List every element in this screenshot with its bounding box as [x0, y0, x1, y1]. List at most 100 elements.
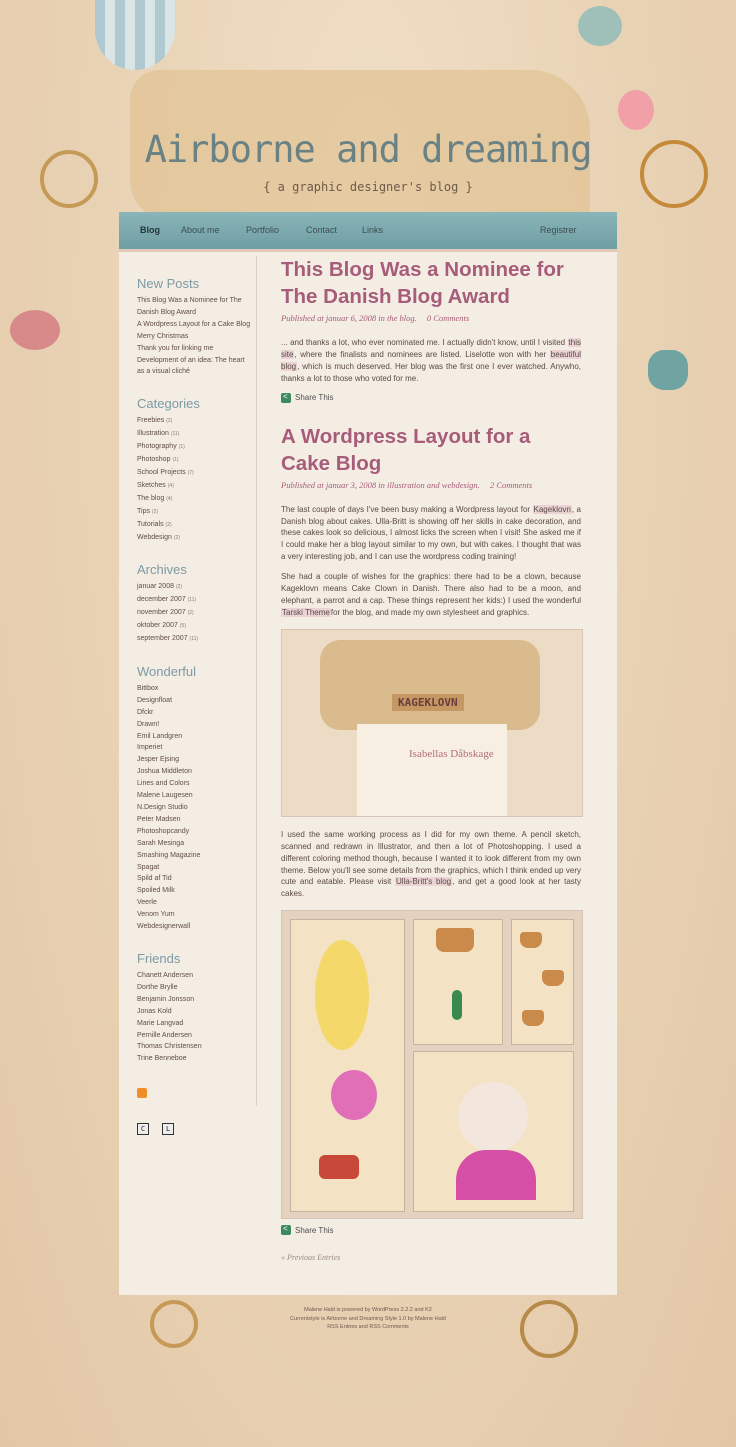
hot-air-balloon-icon	[95, 0, 175, 70]
nav-about-me[interactable]: About me	[181, 225, 220, 235]
blogroll-link[interactable]: Drawn!	[137, 719, 252, 731]
category-link[interactable]: Tips	[137, 508, 150, 515]
archive-item[interactable]: december 2007 (11)	[137, 594, 252, 607]
blogroll-link[interactable]: N.Design Studio	[137, 802, 252, 814]
comments-link[interactable]: 0 Comments	[427, 313, 469, 323]
footer-rss-links[interactable]: RSS Entries and RSS Comments	[0, 1323, 736, 1332]
blogroll-link[interactable]: Malene Laugesen	[137, 790, 252, 802]
category-link[interactable]: Photography	[137, 443, 177, 450]
blogroll-link[interactable]: Designfloat	[137, 695, 252, 707]
category-count: (2)	[173, 534, 180, 541]
blogroll-link[interactable]: Joshua Middleton	[137, 766, 252, 778]
share-button[interactable]: Share This	[281, 1224, 581, 1236]
blogroll-link[interactable]: Spild af Tid	[137, 873, 252, 885]
inline-link[interactable]: Ulla-Britt's blog	[395, 877, 453, 887]
category-link[interactable]: Illustration	[137, 430, 169, 437]
blogroll-link[interactable]: Webdesignerwall	[137, 921, 252, 933]
blogroll-link[interactable]: Photoshopcandy	[137, 826, 252, 838]
blogroll-link[interactable]: Spagat	[137, 862, 252, 874]
nav-register[interactable]: Registrer	[540, 225, 577, 235]
category-count: (4)	[166, 495, 173, 502]
blogroll-link[interactable]: Bittbox	[137, 683, 252, 695]
blogroll-link[interactable]: Spoiled Milk	[137, 885, 252, 897]
blogroll-link[interactable]: Peter Madsen	[137, 814, 252, 826]
blogroll-link[interactable]: Veerle	[137, 897, 252, 909]
graphics-details-image[interactable]	[281, 910, 583, 1220]
post-title[interactable]: A Wordpress Layout for a Cake Blog	[281, 423, 581, 477]
new-post-link[interactable]: Thank you for linking me	[137, 343, 252, 355]
nav-portfolio[interactable]: Portfolio	[246, 225, 279, 235]
category-item[interactable]: Photography (1)	[137, 441, 252, 454]
new-post-link[interactable]: Merry Christmas	[137, 331, 252, 343]
category-item[interactable]: The blog (4)	[137, 493, 252, 506]
blogroll-link[interactable]: Jesper Ejsing	[137, 754, 252, 766]
category-item[interactable]: Tutorials (2)	[137, 519, 252, 532]
blogroll-link[interactable]: Venom Yum	[137, 909, 252, 921]
archive-item[interactable]: november 2007 (2)	[137, 607, 252, 620]
archive-link[interactable]: november 2007	[137, 609, 186, 616]
new-posts-heading: New Posts	[137, 276, 200, 291]
site-title[interactable]: Airborne and dreaming	[0, 128, 736, 171]
new-post-link[interactable]: This Blog Was a Nominee for The Danish B…	[137, 295, 252, 319]
rss-feed-icon[interactable]	[137, 1088, 147, 1099]
friend-link[interactable]: Marie Langvad	[137, 1018, 252, 1030]
category-item[interactable]: Freebies (2)	[137, 415, 252, 428]
friend-link[interactable]: Trine Benneboe	[137, 1053, 252, 1065]
category-item[interactable]: Tips (2)	[137, 506, 252, 519]
illustration-frame	[320, 639, 540, 730]
category-link[interactable]: School Projects	[137, 469, 186, 476]
share-button[interactable]: Share This	[281, 392, 581, 403]
blogroll-link[interactable]: Sarah Mesinga	[137, 838, 252, 850]
blogroll-link[interactable]: Smashing Magazine	[137, 850, 252, 862]
cupcake-icon	[520, 932, 542, 949]
friend-link[interactable]: Benjamin Jonsson	[137, 994, 252, 1006]
archive-link[interactable]: september 2007	[137, 635, 188, 642]
post-title[interactable]: This Blog Was a Nominee for The Danish B…	[281, 256, 581, 310]
category-item[interactable]: Sketches (4)	[137, 480, 252, 493]
category-link[interactable]: Webdesign	[137, 534, 172, 541]
creative-commons-badge[interactable]: C	[137, 1123, 149, 1136]
inline-link[interactable]: Tarski Theme	[281, 607, 331, 617]
friend-link[interactable]: Chanett Andersen	[137, 970, 252, 982]
blogroll-link[interactable]: Dfckr	[137, 707, 252, 719]
archive-link[interactable]: januar 2008	[137, 583, 174, 590]
cupcake-icon	[436, 928, 474, 953]
category-link[interactable]: Tutorials	[137, 521, 164, 528]
nav-contact[interactable]: Contact	[306, 225, 337, 235]
category-item[interactable]: School Projects (7)	[137, 467, 252, 480]
text: , where the finalists and nominees are l…	[294, 349, 550, 359]
category-item[interactable]: Illustration (11)	[137, 428, 252, 441]
category-link[interactable]: Freebies	[137, 417, 164, 424]
nav-blog[interactable]: Blog	[140, 225, 160, 235]
archives-list: januar 2008 (2) december 2007 (11) novem…	[137, 581, 252, 646]
kageklovn-screenshot[interactable]: KAGEKLOVN Isabellas Dåbskage	[281, 628, 583, 817]
blogroll-link[interactable]: Imperiet	[137, 742, 252, 754]
archive-link[interactable]: oktober 2007	[137, 622, 178, 629]
category-count: (4)	[167, 482, 174, 489]
previous-entries-link[interactable]: « Previous Entries	[281, 1253, 581, 1262]
category-item[interactable]: Webdesign (2)	[137, 532, 252, 545]
nav-links[interactable]: Links	[362, 225, 383, 235]
category-link[interactable]: Sketches	[137, 482, 166, 489]
category-link[interactable]: The blog	[137, 495, 164, 502]
category-item[interactable]: Photoshop (1)	[137, 454, 252, 467]
blogroll-link[interactable]: Emil Landgren	[137, 731, 252, 743]
blogroll-link[interactable]: Lines and Colors	[137, 778, 252, 790]
category-link[interactable]: Photoshop	[137, 456, 170, 463]
share-icon	[281, 392, 291, 403]
clown-body-icon	[456, 1150, 536, 1201]
archive-item[interactable]: oktober 2007 (5)	[137, 620, 252, 633]
archive-link[interactable]: december 2007	[137, 596, 186, 603]
friend-link[interactable]: Thomas Christensen	[137, 1041, 252, 1053]
new-post-link[interactable]: Development of an idea: The heart as a v…	[137, 355, 252, 379]
friend-link[interactable]: Pernille Andersen	[137, 1030, 252, 1042]
text: The last couple of days I've been busy m…	[281, 504, 533, 514]
friend-link[interactable]: Dorthe Brylle	[137, 982, 252, 994]
inline-link[interactable]: Kageklovn	[532, 504, 572, 514]
comments-link[interactable]: 2 Comments	[490, 480, 532, 490]
archive-item[interactable]: september 2007 (11)	[137, 633, 252, 646]
new-post-link[interactable]: A Wordpress Layout for a Cake Blog	[137, 319, 252, 331]
archive-item[interactable]: januar 2008 (2)	[137, 581, 252, 594]
license-badge[interactable]: L	[162, 1123, 175, 1136]
friend-link[interactable]: Jonas Kold	[137, 1006, 252, 1018]
